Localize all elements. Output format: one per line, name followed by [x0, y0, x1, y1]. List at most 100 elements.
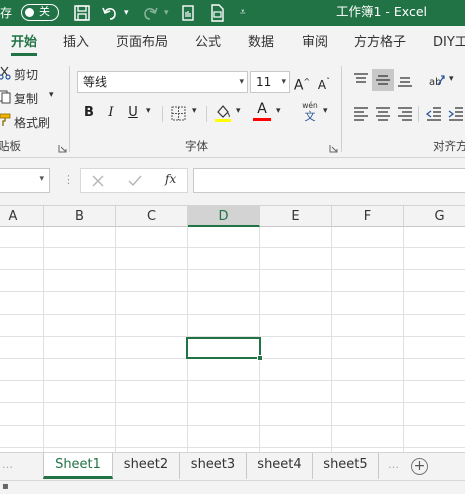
- align-left-icon[interactable]: [353, 106, 369, 122]
- undo-dropdown-icon[interactable]: ▾: [124, 0, 129, 26]
- ribbon-tabs: 开始 插入 页面布局 公式 数据 审阅 方方格子 DIY工: [0, 26, 465, 60]
- undo-icon[interactable]: [100, 3, 120, 23]
- grid-line: [0, 269, 465, 270]
- formula-bar: ▾ ⋮ fx: [0, 158, 465, 206]
- align-right-icon[interactable]: [397, 106, 413, 122]
- sheet-tab-5[interactable]: sheet5: [313, 453, 379, 479]
- column-header-e[interactable]: E: [260, 206, 332, 227]
- shrink-font-label: A: [317, 78, 327, 92]
- customize-toolbar-icon[interactable]: ⩡: [240, 0, 246, 26]
- fill-color-icon[interactable]: [214, 103, 232, 123]
- formula-input[interactable]: [193, 168, 465, 193]
- check-icon[interactable]: [128, 175, 142, 187]
- font-name-select[interactable]: 等线 ▾: [77, 71, 248, 93]
- fill-handle[interactable]: [257, 355, 263, 361]
- align-center-icon[interactable]: [375, 106, 391, 122]
- phonetic-top: wén: [302, 101, 318, 110]
- grid-line: [0, 380, 465, 381]
- underline-dropdown-icon[interactable]: ▾: [146, 106, 151, 116]
- format-painter-icon: [0, 113, 11, 126]
- align-middle-button[interactable]: [372, 69, 394, 91]
- ribbon-separator: [418, 106, 419, 122]
- grid-line: [0, 402, 465, 403]
- redo-dropdown-icon[interactable]: ▾: [164, 0, 169, 26]
- column-header-b[interactable]: B: [44, 206, 116, 227]
- column-header-a[interactable]: A: [0, 206, 44, 227]
- grid-line: [403, 227, 404, 452]
- x-icon[interactable]: [92, 175, 104, 187]
- orientation-dropdown-icon[interactable]: ▾: [449, 74, 454, 84]
- shrink-font-button[interactable]: Aˇ: [315, 71, 333, 93]
- sheet-tab-3[interactable]: sheet3: [180, 453, 247, 479]
- format-painter-button[interactable]: 格式刷: [14, 114, 50, 131]
- tab-data[interactable]: 数据: [248, 26, 274, 60]
- grid-line: [0, 447, 465, 448]
- align-top-icon[interactable]: [353, 72, 369, 88]
- scissors-icon: [0, 66, 11, 80]
- tab-page-layout[interactable]: 页面布局: [116, 26, 168, 60]
- phonetic-button[interactable]: wén 文: [299, 101, 321, 125]
- font-color-dropdown-icon[interactable]: ▾: [276, 106, 281, 116]
- font-launcher-icon[interactable]: [329, 144, 338, 153]
- name-box[interactable]: ▾: [0, 168, 50, 193]
- redo-icon[interactable]: [140, 3, 160, 23]
- grid-line: [0, 247, 465, 248]
- sheet-scroll-right-dots-icon[interactable]: …: [388, 458, 399, 471]
- column-header-g[interactable]: G: [404, 206, 465, 227]
- fill-color-dropdown-icon[interactable]: ▾: [236, 106, 241, 116]
- sheet-scroll-dots-icon[interactable]: …: [2, 458, 13, 471]
- tab-home[interactable]: 开始: [11, 26, 38, 60]
- active-cell[interactable]: [186, 337, 263, 361]
- insert-function-button[interactable]: fx: [165, 172, 176, 186]
- font-color-button[interactable]: A: [253, 100, 271, 118]
- sheet-tab-1[interactable]: Sheet1: [43, 453, 113, 479]
- orientation-icon[interactable]: ab: [428, 72, 446, 88]
- grid-line: [43, 227, 44, 452]
- column-header-c[interactable]: C: [116, 206, 188, 227]
- save-icon[interactable]: [72, 3, 92, 23]
- grow-font-button[interactable]: A^: [293, 71, 311, 94]
- clipboard-group-label: 贴板: [0, 139, 21, 153]
- tab-insert[interactable]: 插入: [63, 26, 89, 60]
- tab-review[interactable]: 审阅: [302, 26, 328, 60]
- sheet-tab-2[interactable]: sheet2: [113, 453, 180, 479]
- sheet-tab-bar: … Sheet1 sheet2 sheet3 sheet4 sheet5 … +: [0, 452, 465, 480]
- resize-handle-icon[interactable]: ⋮: [63, 173, 74, 186]
- column-header-f[interactable]: F: [332, 206, 404, 227]
- alignment-group-label: 对齐方: [433, 139, 465, 153]
- border-dropdown-icon[interactable]: ▾: [192, 106, 197, 116]
- align-bottom-icon[interactable]: [397, 72, 413, 88]
- underline-button[interactable]: U: [124, 102, 142, 124]
- excel-window: 存 关 ▾ ▾ ⩡ 工作簿1 - Excel 开始 插入 页面布局 公式 数据 …: [0, 0, 465, 494]
- border-icon[interactable]: [171, 106, 186, 121]
- copy-button[interactable]: 复制: [14, 90, 38, 107]
- bold-button[interactable]: B: [80, 102, 98, 124]
- font-color-label: A: [257, 101, 267, 117]
- autosave-state: 关: [39, 5, 50, 18]
- clipboard-launcher-icon[interactable]: [58, 144, 67, 153]
- touch-mode-icon[interactable]: [178, 3, 198, 23]
- column-headers: A B C D E F G: [0, 206, 465, 227]
- column-header-d[interactable]: D: [188, 206, 260, 227]
- formula-buttons: fx: [80, 168, 188, 193]
- grow-font-label: A: [293, 77, 304, 94]
- autosave-toggle[interactable]: 关: [21, 4, 59, 21]
- add-sheet-button[interactable]: +: [411, 458, 428, 475]
- grid-line: [0, 425, 465, 426]
- font-name-value: 等线: [83, 75, 108, 89]
- tab-fangfang[interactable]: 方方格子: [354, 26, 406, 60]
- tab-diy[interactable]: DIY工: [433, 26, 465, 60]
- pdf-icon[interactable]: [207, 3, 227, 23]
- decrease-indent-icon[interactable]: [426, 106, 442, 122]
- phonetic-dropdown-icon[interactable]: ▾: [323, 106, 328, 116]
- cell-grid[interactable]: [0, 227, 465, 452]
- font-size-select[interactable]: 11 ▾: [250, 71, 290, 93]
- italic-button[interactable]: I: [102, 102, 120, 124]
- tab-formulas[interactable]: 公式: [195, 26, 221, 60]
- copy-dropdown-icon[interactable]: ▾: [49, 90, 54, 100]
- chevron-down-icon: ▾: [39, 174, 44, 184]
- sheet-tab-4[interactable]: sheet4: [247, 453, 313, 479]
- increase-indent-icon[interactable]: [448, 106, 464, 122]
- grid-line: [0, 314, 465, 315]
- cut-button[interactable]: 剪切: [14, 66, 38, 83]
